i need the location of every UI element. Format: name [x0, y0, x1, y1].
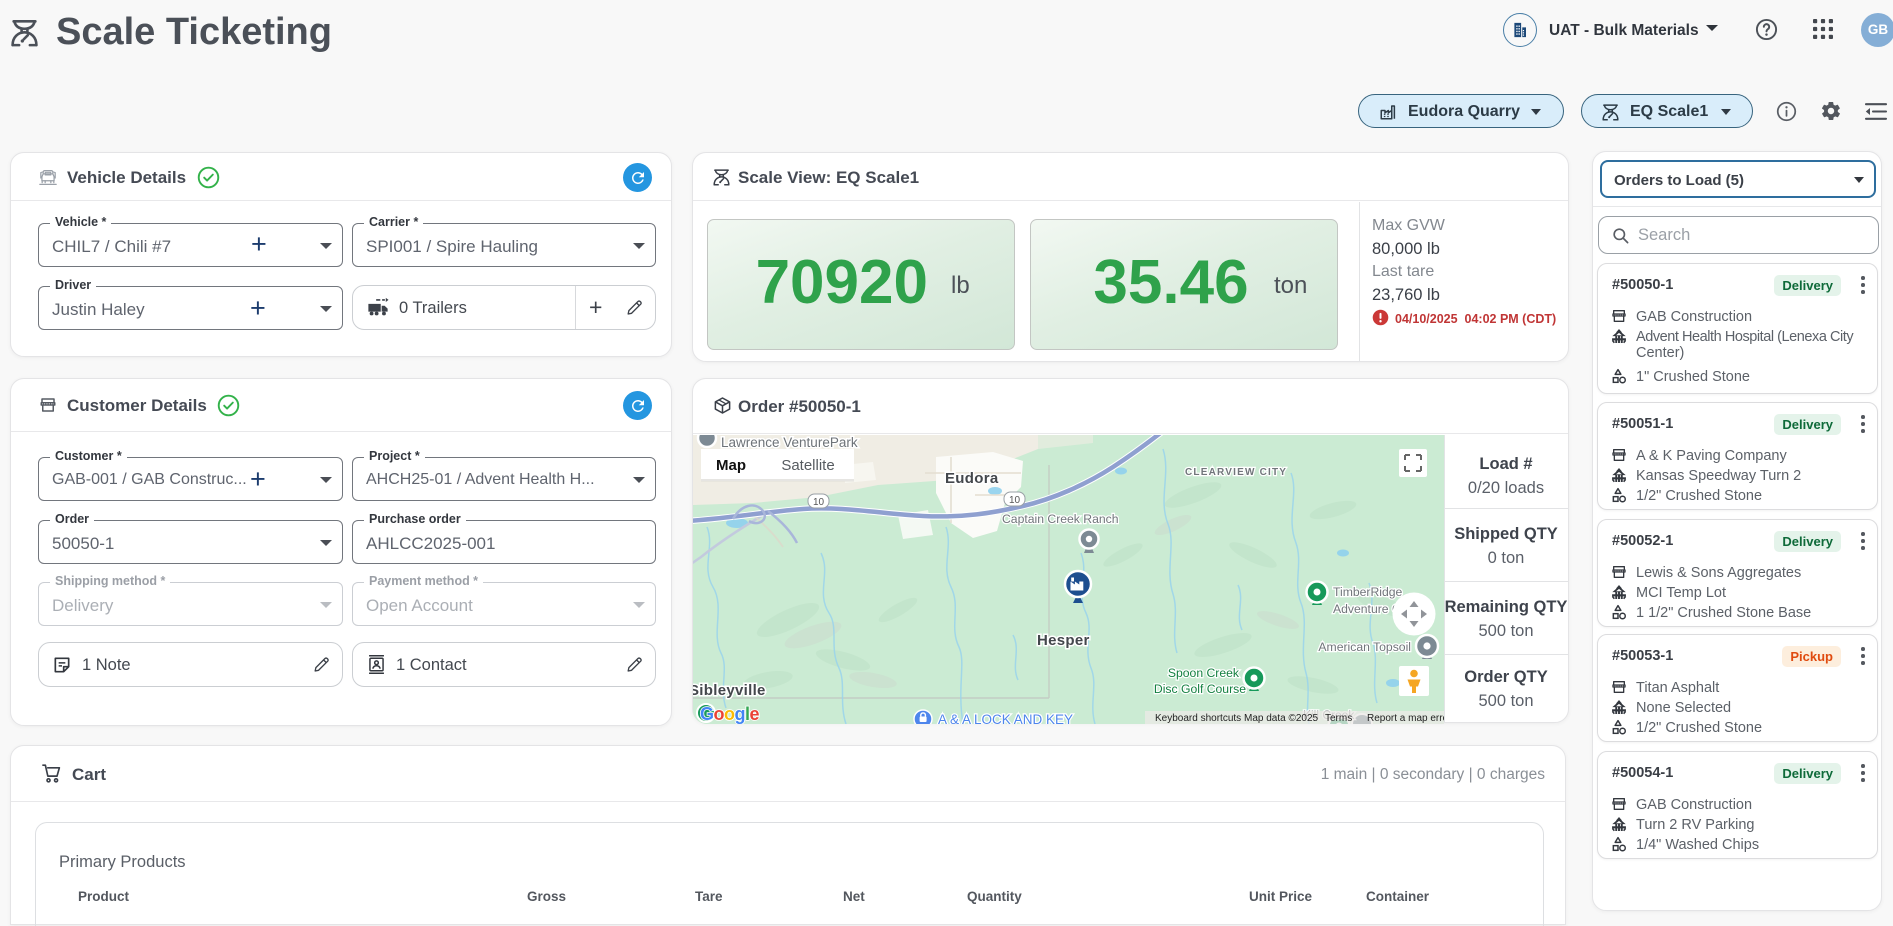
svg-text:American Topsoil: American Topsoil: [1318, 640, 1411, 654]
svg-text:Satellite: Satellite: [781, 457, 834, 474]
svg-text:10: 10: [813, 497, 825, 508]
svg-text:A & A LOCK AND KEY: A & A LOCK AND KEY: [938, 712, 1073, 724]
svg-text:Terms: Terms: [1325, 713, 1352, 724]
svg-text:Captain Creek Ranch: Captain Creek Ranch: [1002, 512, 1119, 526]
svg-text:Spoon Creek: Spoon Creek: [1168, 666, 1240, 680]
svg-text:Eudora: Eudora: [945, 470, 999, 487]
svg-text:Sibleyville: Sibleyville: [693, 682, 766, 699]
svg-text:Adventure C: Adventure C: [1333, 602, 1401, 616]
svg-text:Keyboard shortcuts: Keyboard shortcuts: [1155, 713, 1241, 724]
svg-text:Hesper: Hesper: [1037, 632, 1090, 649]
svg-text:CLEARVIEW CITY: CLEARVIEW CITY: [1185, 467, 1287, 478]
svg-text:Google: Google: [700, 704, 760, 724]
svg-text:Report a map error: Report a map error: [1367, 713, 1444, 724]
svg-text:Map data ©2025: Map data ©2025: [1244, 713, 1319, 724]
svg-text:Lawrence VenturePark: Lawrence VenturePark: [721, 435, 858, 450]
svg-text:10: 10: [1009, 495, 1021, 506]
svg-text:Disc Golf Course: Disc Golf Course: [1154, 682, 1246, 696]
svg-text:Map: Map: [716, 457, 746, 474]
svg-text:TimberRidge: TimberRidge: [1333, 585, 1403, 599]
